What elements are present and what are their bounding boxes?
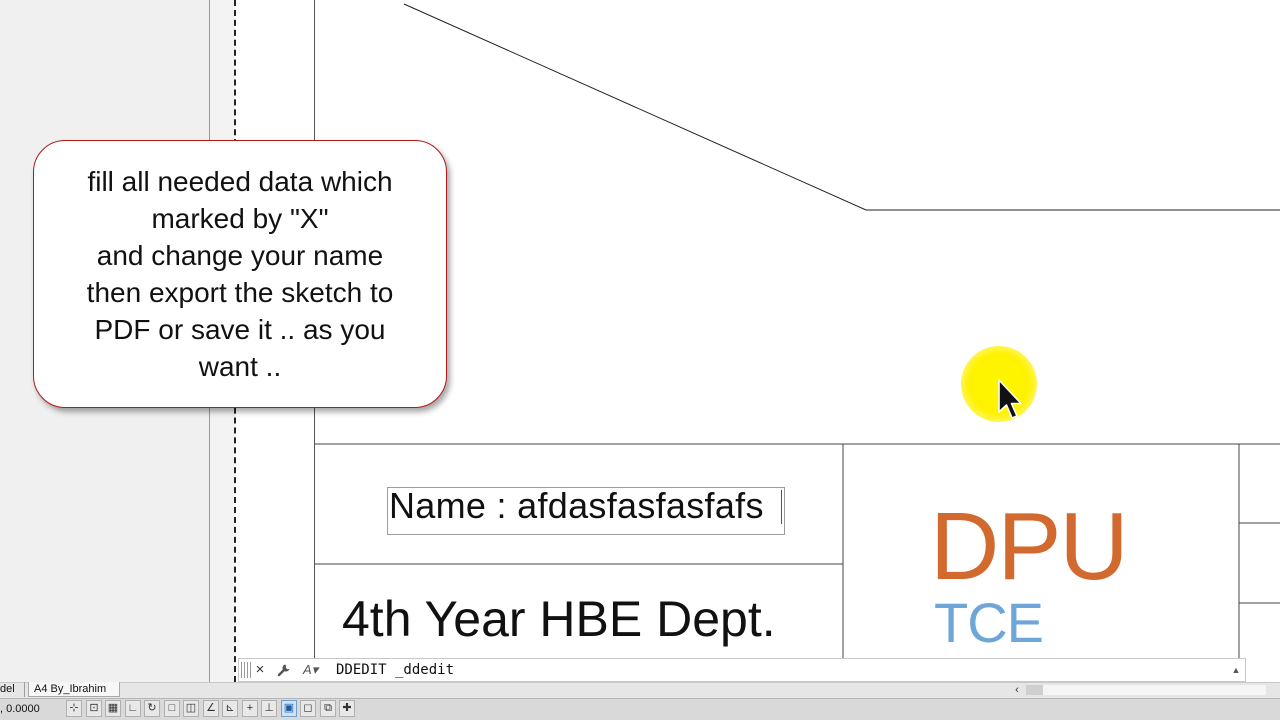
logo-dpu: DPU <box>930 493 1129 600</box>
command-line-text[interactable]: DDEDIT _ddedit <box>336 661 454 679</box>
coordinate-readout: , 0.0000 <box>0 703 40 715</box>
dynamic-input-icon[interactable]: + <box>242 700 258 717</box>
tab-model[interactable]: del <box>0 682 25 697</box>
scroll-up-icon[interactable]: ▲ <box>1229 660 1243 680</box>
annotation-monitor-icon[interactable]: ✚ <box>339 700 355 717</box>
ortho-mode-icon[interactable]: ∟ <box>125 700 141 717</box>
lineweight-icon[interactable]: ⊥ <box>261 700 277 717</box>
object-snap-tracking-icon[interactable]: ∠ <box>203 700 219 717</box>
3d-object-snap-icon[interactable]: ◫ <box>183 700 199 717</box>
instruction-callout: fill all needed data which marked by "X"… <box>33 140 447 408</box>
infer-constraints-icon[interactable]: ⊹ <box>66 700 82 717</box>
instruction-text: fill all needed data which marked by "X"… <box>86 166 394 382</box>
sketch-line <box>403 3 1280 211</box>
quick-properties-icon[interactable]: ◻ <box>300 700 316 717</box>
selection-cycling-icon[interactable]: ⧉ <box>320 700 336 717</box>
tab-layout[interactable]: A4 By_Ibrahim <box>28 682 120 697</box>
transparency-icon[interactable]: ▣ <box>281 700 297 717</box>
dynamic-ucs-icon[interactable]: ⊾ <box>222 700 238 717</box>
polar-tracking-icon[interactable]: ↻ <box>144 700 160 717</box>
department-label: 4th Year HBE Dept. <box>342 591 776 647</box>
recent-commands-icon[interactable]: A▾ <box>303 660 329 680</box>
mouse-pointer-icon <box>998 379 1022 419</box>
chevron-left-icon[interactable]: ‹ <box>1011 684 1023 696</box>
wrench-icon[interactable] <box>275 660 293 680</box>
snap-mode-icon[interactable]: ⊡ <box>86 700 102 717</box>
grid-display-icon[interactable]: ▦ <box>105 700 121 717</box>
horizontal-scrollbar[interactable] <box>1026 685 1266 695</box>
object-snap-icon[interactable]: □ <box>164 700 180 717</box>
close-icon[interactable]: × <box>253 660 267 680</box>
logo-tce: TCE <box>934 591 1044 654</box>
name-field[interactable]: Name : afdasfasfasfafs <box>389 485 764 527</box>
scrollbar-thumb[interactable] <box>1026 685 1043 695</box>
text-caret <box>781 490 786 524</box>
command-line-grip[interactable] <box>241 662 251 678</box>
